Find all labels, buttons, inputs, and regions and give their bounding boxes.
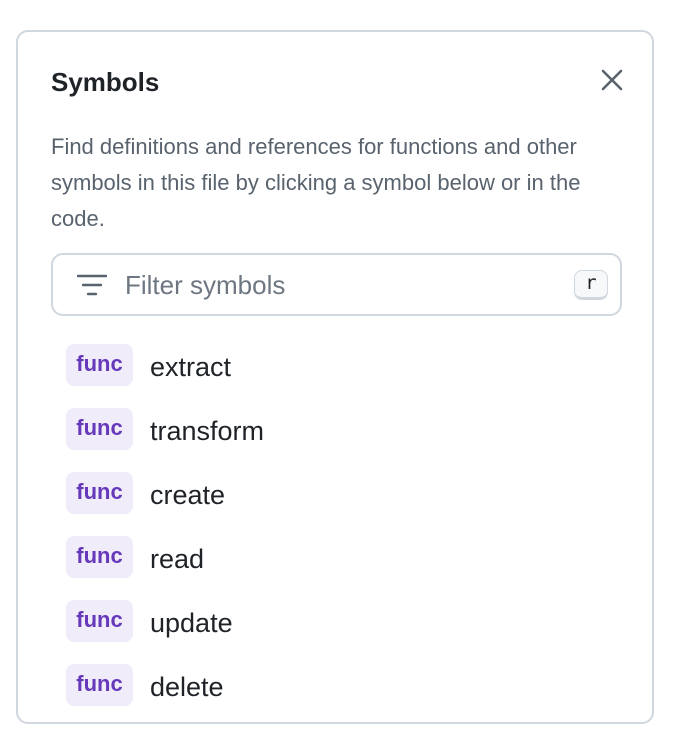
panel-description: Find definitions and references for func… — [51, 134, 581, 231]
filter-icon — [77, 274, 107, 296]
close-button[interactable] — [596, 64, 628, 96]
symbol-name: delete — [150, 672, 224, 702]
symbol-kind-badge: func — [66, 536, 133, 578]
symbol-name: transform — [150, 416, 265, 446]
symbol-name: create — [150, 480, 226, 510]
panel-title: Symbols — [51, 67, 160, 97]
symbol-item[interactable]: func update — [66, 591, 626, 655]
symbol-kind-badge: func — [66, 664, 133, 706]
symbol-kind-badge: func — [66, 408, 133, 450]
symbols-panel: Symbols Find definitions and references … — [16, 30, 654, 724]
symbol-kind-badge: func — [66, 472, 133, 514]
symbol-item[interactable]: func extract — [66, 335, 626, 399]
symbol-kind-badge: func — [66, 600, 133, 642]
keyboard-shortcut-hint: r — [574, 270, 608, 300]
symbol-name: update — [150, 608, 233, 638]
symbol-item[interactable]: func create — [66, 463, 626, 527]
symbol-list: func extract func transform func create … — [66, 335, 626, 719]
symbol-item[interactable]: func transform — [66, 399, 626, 463]
filter-box[interactable]: r — [51, 253, 622, 316]
filter-input[interactable] — [125, 264, 545, 306]
symbol-name: read — [150, 544, 205, 574]
close-icon — [601, 69, 623, 91]
symbol-item[interactable]: func read — [66, 527, 626, 591]
symbol-item[interactable]: func delete — [66, 655, 626, 719]
symbol-name: extract — [150, 352, 232, 382]
symbol-kind-badge: func — [66, 344, 133, 386]
